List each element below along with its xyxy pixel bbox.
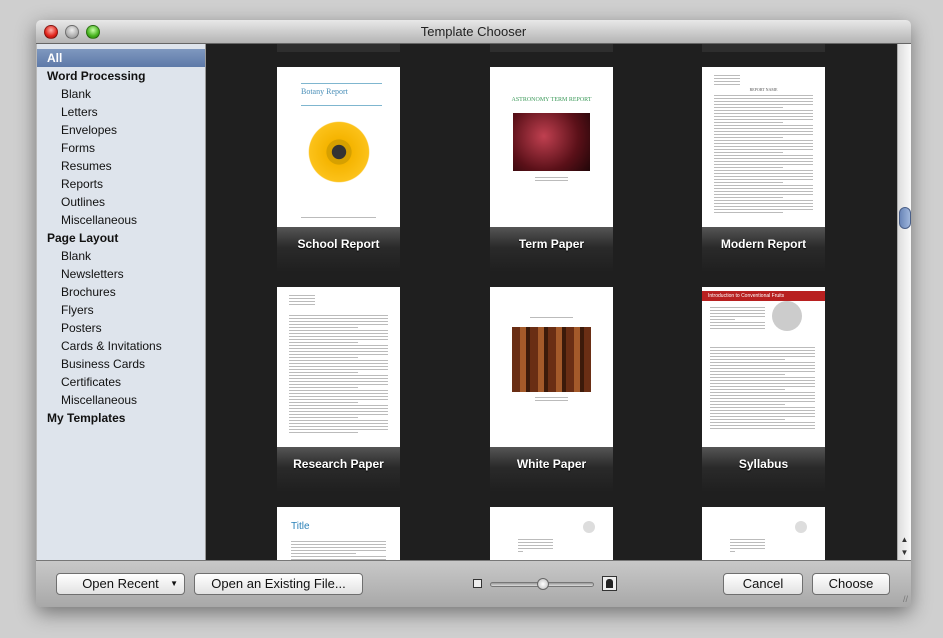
sidebar-item-business-cards[interactable]: Business Cards: [37, 355, 205, 373]
thumbnail-heading: REPORT NAME: [749, 87, 778, 92]
sidebar-item-resumes[interactable]: Resumes: [37, 157, 205, 175]
template-thumbnail[interactable]: [490, 287, 613, 447]
slider-knob[interactable]: [537, 578, 549, 590]
sidebar-item-posters[interactable]: Posters: [37, 319, 205, 337]
thumbnail-heading: ASTRONOMY TERM REPORT: [511, 97, 592, 103]
sidebar-item-page-layout[interactable]: Page Layout: [37, 229, 205, 247]
thumbnail-size-slider[interactable]: [490, 578, 594, 590]
template-thumbnail[interactable]: [277, 287, 400, 447]
minimize-button[interactable]: [65, 25, 79, 39]
sidebar-item-envelopes[interactable]: Envelopes: [37, 121, 205, 139]
sidebar-item-blank[interactable]: Blank: [37, 85, 205, 103]
template-thumbnail[interactable]: Introduction to Conventional Fruits: [702, 287, 825, 447]
template-thumbnail[interactable]: REPORT NAME: [702, 67, 825, 227]
template-tile[interactable]: White Paper: [490, 287, 613, 492]
sidebar-item-my-templates[interactable]: My Templates: [37, 409, 205, 427]
template-tile[interactable]: Botany Report School Report: [277, 67, 400, 272]
small-thumbnail-icon[interactable]: [473, 579, 482, 588]
template-label[interactable]: Syllabus: [702, 447, 825, 492]
sidebar-item-all[interactable]: All: [37, 49, 205, 67]
scroll-up-arrow[interactable]: ▲: [898, 533, 911, 546]
template-tile[interactable]: Research Paper: [277, 287, 400, 492]
template-tile[interactable]: [702, 507, 825, 560]
sidebar-item-miscellaneous[interactable]: Miscellaneous: [37, 391, 205, 409]
sidebar-item-cards-invitations[interactable]: Cards & Invitations: [37, 337, 205, 355]
thumbnail-heading: Title: [291, 521, 310, 532]
sidebar-item-reports[interactable]: Reports: [37, 175, 205, 193]
bottom-toolbar: Open Recent ▼ Open an Existing File... C…: [36, 560, 911, 607]
scrollbar-thumb[interactable]: [899, 207, 911, 229]
template-thumbnail[interactable]: Botany Report: [277, 67, 400, 227]
open-existing-file-button[interactable]: Open an Existing File...: [194, 573, 363, 595]
template-thumbnail[interactable]: [702, 507, 825, 560]
vertical-scrollbar[interactable]: ▲ ▼: [897, 44, 911, 560]
sidebar-item-newsletters[interactable]: Newsletters: [37, 265, 205, 283]
template-chooser-window: Template Chooser All Word Processing Blank…: [36, 20, 911, 607]
choose-button[interactable]: Choose: [812, 573, 890, 595]
sidebar-item-letters[interactable]: Letters: [37, 103, 205, 121]
template-tile[interactable]: Title: [277, 507, 400, 560]
open-recent-label: Open Recent: [82, 576, 159, 591]
resize-grip-icon[interactable]: //: [903, 594, 908, 604]
template-label[interactable]: White Paper: [490, 447, 613, 492]
sidebar-item-blank[interactable]: Blank: [37, 247, 205, 265]
sidebar-item-outlines[interactable]: Outlines: [37, 193, 205, 211]
template-label[interactable]: Term Paper: [490, 227, 613, 272]
category-sidebar: All Word Processing Blank Letters Envelopes F…: [37, 44, 206, 560]
window-title: Template Chooser: [420, 24, 527, 39]
sidebar-item-flyers[interactable]: Flyers: [37, 301, 205, 319]
sidebar-item-forms[interactable]: Forms: [37, 139, 205, 157]
thumbnail-heading: Botany Report: [301, 87, 348, 96]
zoom-button[interactable]: [86, 25, 100, 39]
close-button[interactable]: [44, 25, 58, 39]
sidebar-item-miscellaneous[interactable]: Miscellaneous: [37, 211, 205, 229]
template-thumbnail[interactable]: [490, 507, 613, 560]
template-thumbnail[interactable]: Title: [277, 507, 400, 560]
template-tile[interactable]: Introduction to Conventional Fruits Sylla…: [702, 287, 825, 492]
large-thumbnail-icon[interactable]: [602, 576, 617, 591]
template-label[interactable]: School Report: [277, 227, 400, 272]
template-thumbnail[interactable]: ASTRONOMY TERM REPORT: [490, 67, 613, 227]
template-label[interactable]: Modern Report: [702, 227, 825, 272]
dropdown-arrow-icon: ▼: [170, 579, 178, 588]
cancel-button[interactable]: Cancel: [723, 573, 803, 595]
sidebar-item-certificates[interactable]: Certificates: [37, 373, 205, 391]
template-tile[interactable]: [490, 507, 613, 560]
title-bar: Template Chooser: [36, 20, 911, 44]
sidebar-item-brochures[interactable]: Brochures: [37, 283, 205, 301]
template-tile[interactable]: REPORT NAME Modern Report: [702, 67, 825, 272]
open-recent-button[interactable]: Open Recent ▼: [56, 573, 185, 595]
template-label[interactable]: Research Paper: [277, 447, 400, 492]
sidebar-item-word-processing[interactable]: Word Processing: [37, 67, 205, 85]
thumbnail-heading: Introduction to Conventional Fruits: [702, 291, 825, 301]
template-tile[interactable]: ASTRONOMY TERM REPORT Term Paper: [490, 67, 613, 272]
template-grid: Botany Report School Report ASTRONOMY TERM…: [206, 44, 897, 560]
scroll-down-arrow[interactable]: ▼: [898, 546, 911, 559]
